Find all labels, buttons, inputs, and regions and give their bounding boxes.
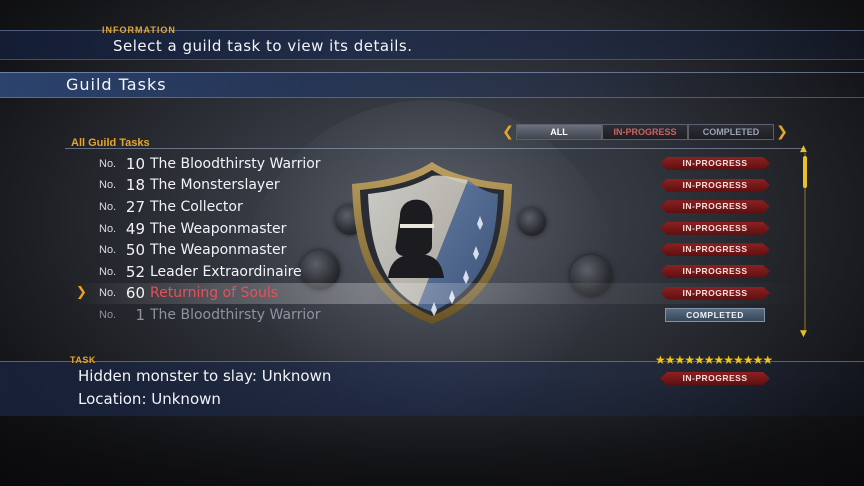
task-location: Location: Unknown [78,390,221,408]
status-badge: IN-PROGRESS [660,157,770,170]
status-badge: IN-PROGRESS [660,200,770,213]
information-label: INFORMATION [102,25,176,35]
tab-in-progress[interactable]: IN-PROGRESS [602,124,688,140]
task-name: The Bloodthirsty Warrior [150,306,321,323]
task-number: 18 [125,176,145,195]
tab-completed[interactable]: COMPLETED [688,124,774,140]
task-row[interactable]: No. 1 The Bloodthirsty Warrior COMPLETED [70,304,810,326]
task-no-prefix: No. [99,157,117,170]
status-badge: IN-PROGRESS [660,179,770,192]
task-name: Leader Extraordinaire [150,263,302,280]
task-no-prefix: No. [99,244,117,257]
task-no-prefix: No. [99,179,117,192]
task-name: Returning of Souls [150,285,279,302]
task-no-prefix: No. [99,287,117,300]
task-row[interactable]: No. 52 Leader Extraordinaire IN-PROGRESS [70,261,810,283]
tab-next-arrow-icon[interactable]: ❯ [774,124,790,140]
status-badge: IN-PROGRESS [660,372,770,385]
list-divider [65,148,805,149]
task-number: 52 [125,262,145,281]
task-name: The Collector [150,198,243,215]
difficulty-stars: ★★★★★★★★★★★★ [655,353,773,367]
status-badge: IN-PROGRESS [660,243,770,256]
scroll-down-arrow-icon[interactable]: ▼ [800,329,807,339]
tab-all[interactable]: ALL [516,124,602,140]
tab-prev-arrow-icon[interactable]: ❮ [500,124,516,140]
task-no-prefix: No. [99,308,117,321]
task-number: 50 [125,241,145,260]
status-badge: IN-PROGRESS [660,222,770,235]
task-row[interactable]: No. 10 The Bloodthirsty Warrior IN-PROGR… [70,153,810,175]
status-badge: COMPLETED [665,308,765,323]
task-name: The Bloodthirsty Warrior [150,155,321,172]
task-name: The Weaponmaster [150,242,287,259]
task-number: 1 [135,305,145,324]
task-no-prefix: No. [99,222,117,235]
selection-pointer-icon: ❯ [76,284,87,300]
task-name: The Monsterslayer [150,177,280,194]
task-number: 27 [125,197,145,216]
guild-task-list: No. 10 The Bloodthirsty Warrior IN-PROGR… [70,153,810,326]
task-row[interactable]: No. 27 The Collector IN-PROGRESS [70,196,810,218]
page-title: Guild Tasks [66,75,167,94]
task-row-selected[interactable]: ❯ No. 60 Returning of Souls IN-PROGRESS [70,282,810,305]
task-number: 10 [125,154,145,173]
status-badge: IN-PROGRESS [660,265,770,278]
filter-tabs: ❮ ALL IN-PROGRESS COMPLETED ❯ [500,123,790,141]
task-no-prefix: No. [99,200,117,213]
task-number: 60 [125,284,145,303]
task-name: The Weaponmaster [150,220,287,237]
task-row[interactable]: No. 49 The Weaponmaster IN-PROGRESS [70,218,810,240]
task-row[interactable]: No. 50 The Weaponmaster IN-PROGRESS [70,239,810,261]
scrollbar-thumb[interactable] [803,156,807,188]
task-no-prefix: No. [99,265,117,278]
status-badge: IN-PROGRESS [660,287,770,300]
information-text: Select a guild task to view its details. [113,37,413,55]
task-label: TASK [70,355,96,365]
task-row[interactable]: No. 18 The Monsterslayer IN-PROGRESS [70,175,810,197]
task-status: IN-PROGRESS [660,372,770,385]
task-target: Hidden monster to slay: Unknown [78,367,332,385]
task-number: 49 [125,219,145,238]
